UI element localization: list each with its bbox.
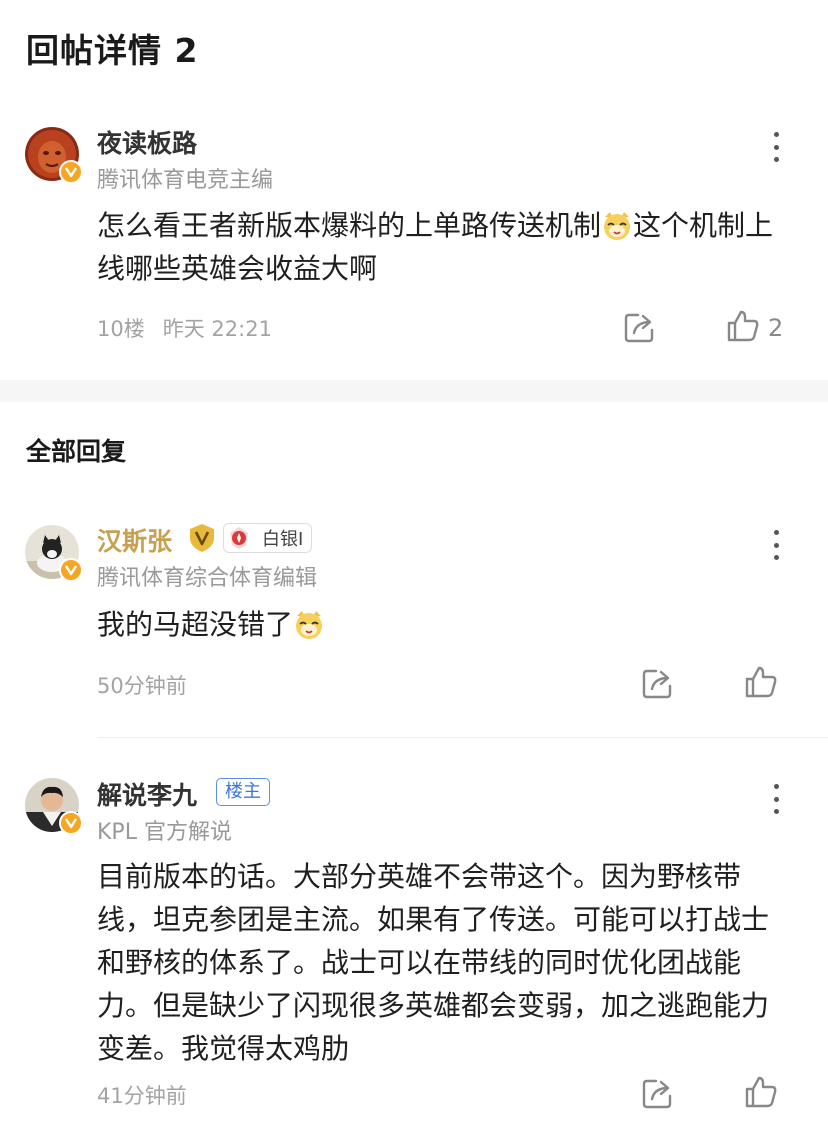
user-subtitle: KPL 官方解说 <box>97 820 232 845</box>
reply-content: 我的马超没错了 <box>97 603 797 646</box>
post-time: 昨天 22:21 <box>162 317 272 341</box>
share-icon[interactable] <box>640 665 676 701</box>
avatar[interactable] <box>25 778 83 835</box>
user-subtitle: 腾讯体育电竞主编 <box>97 168 274 193</box>
verified-v-icon <box>59 558 83 582</box>
share-icon[interactable] <box>640 1075 676 1111</box>
reply-content: 目前版本的话。大部分英雄不会带这个。因为野核带线，坦克参团是主流。如果有了传送。… <box>97 860 770 1065</box>
thumbs-up-icon[interactable] <box>743 664 779 700</box>
page-title: 回帖详情 2 <box>26 31 199 70</box>
smiling-cat-emoji-icon <box>296 611 323 639</box>
section-divider <box>0 380 828 402</box>
reply-content-text: 我的马超没错了 <box>97 608 294 641</box>
verified-v-icon <box>59 160 83 184</box>
username[interactable]: 汉斯张 <box>97 522 172 558</box>
rank-emblem-icon <box>224 523 254 553</box>
more-vertical-icon[interactable] <box>766 530 786 560</box>
thumbs-up-icon[interactable] <box>725 308 761 344</box>
smiling-cat-emoji-icon <box>604 212 631 240</box>
reply-divider <box>97 737 828 738</box>
like-count: 2 <box>768 314 784 342</box>
post-meta: 10楼 昨天 22:21 <box>97 313 272 343</box>
post-content-text-1: 怎么看王者新版本爆料的上单路传送机制 <box>97 209 602 242</box>
thumbs-up-icon[interactable] <box>743 1074 779 1110</box>
rank-text: 白银I <box>262 529 304 550</box>
reply-time: 41分钟前 <box>97 1084 187 1108</box>
share-icon[interactable] <box>622 309 658 345</box>
user-subtitle: 腾讯体育综合体育编辑 <box>97 566 318 591</box>
section-title: 全部回复 <box>26 437 127 466</box>
post-content: 怎么看王者新版本爆料的上单路传送机制 这个机制上线哪些英雄会收益大啊 <box>97 204 797 290</box>
rank-badge: 白银I <box>223 523 313 553</box>
more-vertical-icon[interactable] <box>766 132 786 162</box>
avatar[interactable] <box>25 525 83 582</box>
username[interactable]: 夜读板路 <box>97 124 197 160</box>
verified-v-icon <box>59 811 83 835</box>
username[interactable]: 解说李九 <box>97 776 197 812</box>
more-vertical-icon[interactable] <box>766 784 786 814</box>
gold-v-badge-icon <box>190 524 214 552</box>
op-badge: 楼主 <box>216 778 270 806</box>
reply-time: 50分钟前 <box>97 674 187 698</box>
floor-number: 10楼 <box>97 317 145 341</box>
avatar[interactable] <box>25 127 83 184</box>
